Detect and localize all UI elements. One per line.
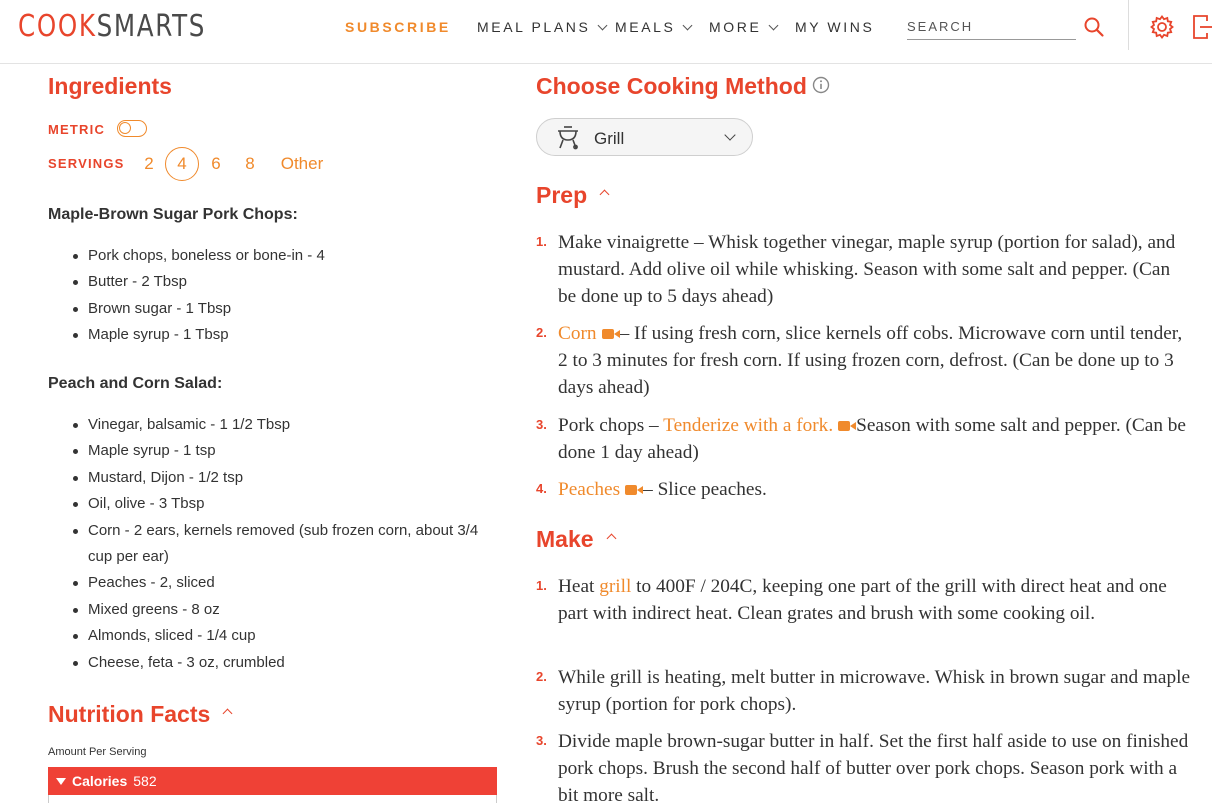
ingredient-item: Vinegar, balsamic - 1 1/2 Tbsp xyxy=(73,412,498,438)
nav-subscribe-label: SUBSCRIBE xyxy=(345,19,451,35)
ingredient-item: Cheese, feta - 3 oz, crumbled xyxy=(73,650,498,676)
toggle-knob xyxy=(119,122,131,134)
step-number: 1. xyxy=(536,578,547,593)
corn-link[interactable]: Corn xyxy=(558,323,597,344)
ingredient-list-pork-chops: Pork chops, boneless or bone-in - 4 Butt… xyxy=(73,243,498,349)
info-icon[interactable] xyxy=(812,76,830,94)
cooking-method-value: Grill xyxy=(594,129,625,148)
nav-meals[interactable]: MEALS xyxy=(615,17,693,37)
grill-icon xyxy=(558,126,578,150)
chevron-up-icon xyxy=(599,189,610,200)
cooking-method-select[interactable]: Grill xyxy=(536,118,753,156)
nutrition-facts-toggle[interactable]: Nutrition Facts xyxy=(48,701,233,728)
ingredient-item: Almonds, sliced - 1/4 cup xyxy=(73,623,498,649)
ingredient-item: Maple syrup - 1 Tbsp xyxy=(73,322,498,348)
servings-option-4[interactable]: 4 xyxy=(165,147,199,181)
step-number: 3. xyxy=(536,733,547,748)
make-toggle[interactable]: Make xyxy=(536,526,616,553)
step-text: Make vinaigrette – Whisk together vinega… xyxy=(558,232,1176,308)
peaches-link[interactable]: Peaches xyxy=(558,479,620,500)
chevron-down-icon xyxy=(724,129,736,141)
nav-meals-label: MEALS xyxy=(615,19,676,35)
step-text: Heat grill to 400F / 204C, keeping one p… xyxy=(558,573,1191,627)
servings-option-2[interactable]: 2 xyxy=(140,148,158,180)
chevron-down-icon xyxy=(768,20,779,30)
servings-option-6[interactable]: 6 xyxy=(207,148,225,180)
servings-option-8[interactable]: 8 xyxy=(241,148,259,180)
amount-per-serving: Amount Per Serving xyxy=(48,746,147,758)
video-camera-icon[interactable] xyxy=(838,420,857,431)
ingredient-item: Peaches - 2, sliced xyxy=(73,570,498,596)
cooking-method-title: Choose Cooking Method xyxy=(536,73,807,99)
nav-my-wins-label: MY WINS xyxy=(795,19,875,35)
step-number: 1. xyxy=(536,234,547,249)
logo-smarts: SMARTS xyxy=(96,8,207,44)
step-number: 4. xyxy=(536,481,547,496)
step-number: 2. xyxy=(536,325,547,340)
nutrition-facts-title: Nutrition Facts xyxy=(48,701,211,727)
calories-value: 582 xyxy=(133,773,157,789)
ingredient-item: Butter - 2 Tbsp xyxy=(73,269,498,295)
chevron-up-icon xyxy=(606,533,616,544)
caret-down-icon xyxy=(56,777,66,785)
step-text: Peaches – Slice peaches. xyxy=(558,476,1191,503)
step-text-prefix: Heat xyxy=(558,576,600,597)
chevron-down-icon xyxy=(683,20,693,30)
nav-meal-plans-label: MEAL PLANS xyxy=(477,19,591,35)
ingredient-item: Pork chops, boneless or bone-in - 4 xyxy=(73,243,498,269)
step-text-body: – Slice peaches. xyxy=(643,479,767,500)
header-divider xyxy=(1128,0,1129,50)
chevron-down-icon xyxy=(597,20,608,30)
calories-row[interactable]: Calories 582 xyxy=(48,767,497,795)
nav-my-wins[interactable]: MY WINS xyxy=(795,17,874,37)
nav-more[interactable]: MORE xyxy=(709,17,779,37)
step-text: While grill is heating, melt butter in m… xyxy=(558,667,1191,716)
nutrition-table-border xyxy=(48,795,497,803)
search-box xyxy=(907,14,1076,40)
ingredients-title: Ingredients xyxy=(48,73,172,99)
ingredient-item: Mixed greens - 8 oz xyxy=(73,597,498,623)
ingredient-item: Oil, olive - 3 Tbsp xyxy=(73,491,498,517)
gear-icon[interactable] xyxy=(1149,14,1175,40)
step-number: 3. xyxy=(536,417,547,432)
chevron-up-icon xyxy=(222,708,233,719)
video-camera-icon[interactable] xyxy=(601,328,620,339)
ingredient-item: Mustard, Dijon - 1/2 tsp xyxy=(73,465,498,491)
step-text-body: to 400F / 204C, keeping one part of the … xyxy=(558,576,1167,625)
group-title-pork-chops: Maple-Brown Sugar Pork Chops: xyxy=(48,206,298,223)
servings-label: SERVINGS xyxy=(48,156,125,171)
nav-subscribe[interactable]: SUBSCRIBE xyxy=(345,17,451,37)
ingredient-item: Corn - 2 ears, kernels removed (sub froz… xyxy=(73,518,498,571)
site-header: COOK SMARTS SUBSCRIBE MEAL PLANS MEALS MO… xyxy=(0,0,1212,64)
prep-title: Prep xyxy=(536,182,588,208)
step-text: Divide maple brown-sugar butter in half.… xyxy=(558,731,1189,803)
step-text-body: – If using fresh corn, slice kernels off… xyxy=(558,323,1183,399)
grill-link[interactable]: grill xyxy=(599,576,631,597)
step-number: 2. xyxy=(536,669,547,684)
nav-meal-plans[interactable]: MEAL PLANS xyxy=(477,17,608,37)
ingredient-list-salad: Vinegar, balsamic - 1 1/2 Tbsp Maple syr… xyxy=(73,412,498,676)
calories-label: Calories xyxy=(72,773,128,789)
step-text: Corn – If using fresh corn, slice kernels… xyxy=(558,320,1191,402)
ingredient-item: Brown sugar - 1 Tbsp xyxy=(73,296,498,322)
tenderize-link[interactable]: Tenderize with a fork. xyxy=(663,415,833,436)
group-title-salad: Peach and Corn Salad: xyxy=(48,375,223,392)
search-icon[interactable] xyxy=(1083,16,1105,38)
make-title: Make xyxy=(536,526,594,552)
prep-toggle[interactable]: Prep xyxy=(536,182,610,209)
search-input[interactable] xyxy=(907,14,1057,38)
cooksmarts-logo[interactable]: COOK SMARTS xyxy=(18,8,207,44)
video-camera-icon[interactable] xyxy=(625,484,644,495)
nav-more-label: MORE xyxy=(709,19,762,35)
ingredient-item: Maple syrup - 1 tsp xyxy=(73,438,498,464)
servings-option-other[interactable]: Other xyxy=(279,148,325,180)
metric-toggle[interactable] xyxy=(117,120,147,137)
step-text: Pork chops – Tenderize with a fork. Seaso… xyxy=(558,412,1191,466)
logout-icon[interactable] xyxy=(1191,13,1212,41)
metric-label: METRIC xyxy=(48,122,106,137)
step-text-prefix: Pork chops – xyxy=(558,415,664,436)
logo-cook: COOK xyxy=(18,8,97,44)
